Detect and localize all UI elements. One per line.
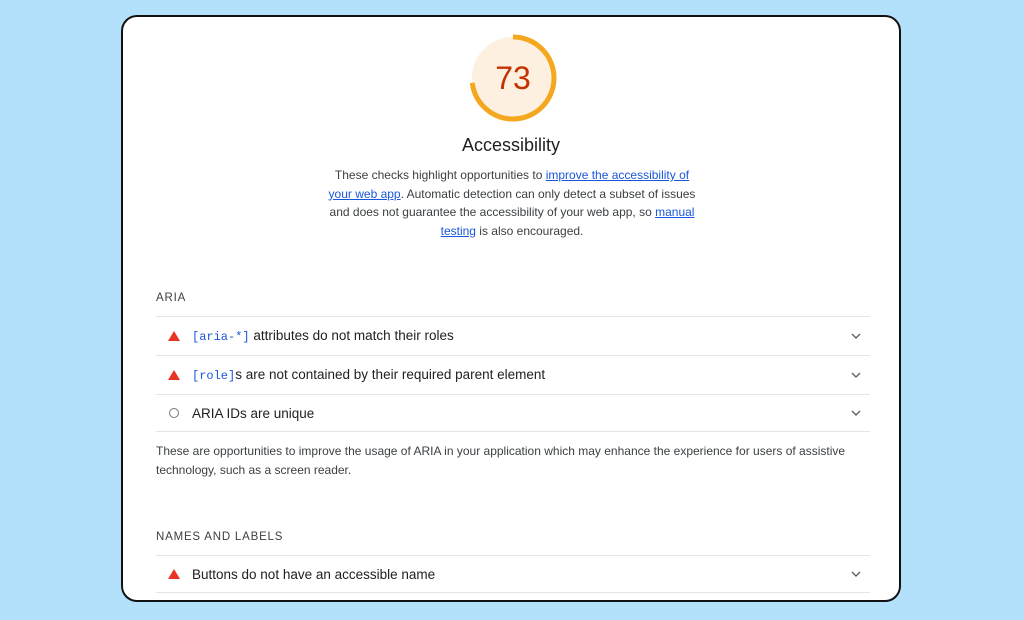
- audit-title: [role]s are not contained by their requi…: [192, 367, 842, 383]
- audit-title: Buttons do not have an accessible name: [192, 566, 436, 582]
- warning-triangle-icon: [156, 369, 192, 380]
- audit-title: [aria-*] attributes do not match their r…: [192, 328, 842, 344]
- audit-aria-unique-ids[interactable]: ARIA IDs are unique: [156, 394, 870, 432]
- audit-code: [role]: [192, 368, 236, 383]
- audit-text: s are not contained by their required pa…: [235, 366, 546, 382]
- audit-aria-attributes[interactable]: [aria-*] attributes do not match their r…: [156, 316, 870, 354]
- description-text: is also encouraged.: [475, 223, 584, 238]
- circle-icon: [156, 408, 192, 418]
- score-gauge: 73: [469, 34, 557, 122]
- report-card: 73 Accessibility These checks highlight …: [121, 15, 901, 602]
- audit-text: attributes do not match their roles: [249, 327, 454, 343]
- warning-triangle-icon: [156, 330, 192, 341]
- audit-aria-required-parent[interactable]: [role]s are not contained by their requi…: [156, 355, 870, 393]
- chevron-down-icon[interactable]: [842, 333, 870, 339]
- category-title: Accessibility: [461, 135, 561, 155]
- category-description: These checks highlight opportunities to …: [327, 166, 697, 240]
- score-value: 73: [495, 59, 531, 96]
- chevron-down-icon[interactable]: [842, 372, 870, 378]
- group-title-aria: ARIA: [156, 292, 187, 304]
- audit-code: [aria-*]: [192, 329, 250, 344]
- chevron-down-icon[interactable]: [842, 571, 870, 577]
- warning-triangle-icon: [156, 569, 192, 579]
- audit-title: ARIA IDs are unique: [192, 405, 315, 421]
- chevron-down-icon[interactable]: [842, 410, 870, 416]
- description-text: These checks highlight opportunities to: [334, 168, 546, 182]
- group-description-aria: These are opportunities to improve the u…: [156, 444, 846, 477]
- group-title-names-labels: NAMES AND LABELS: [156, 531, 284, 543]
- audit-button-name[interactable]: Buttons do not have an accessible name: [156, 555, 870, 593]
